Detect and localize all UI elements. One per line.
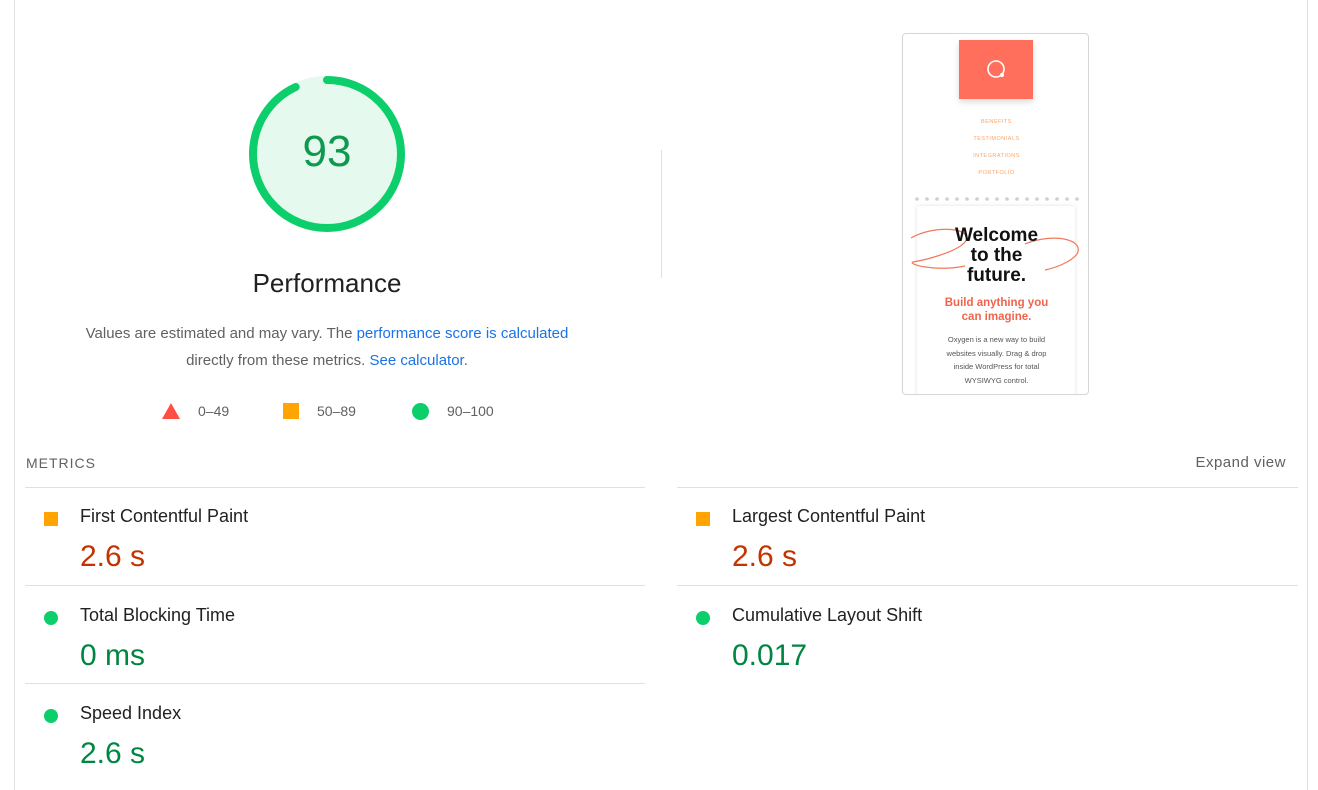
green-circle-icon	[696, 611, 710, 625]
divider	[25, 585, 645, 586]
orange-square-icon	[696, 512, 710, 526]
metric-value: 2.6 s	[80, 540, 146, 573]
metric-value: 0 ms	[80, 639, 146, 672]
desc-text-3: .	[463, 352, 468, 369]
score-description: Values are estimated and may vary. The p…	[40, 320, 614, 374]
legend-average-label: 50–89	[317, 403, 356, 419]
thumb-nav-item: TESTIMONIALS	[973, 136, 1020, 142]
thumb-sub-line: can imagine.	[961, 311, 1032, 323]
thumb-headline: Welcome to the future.	[903, 225, 1088, 286]
metric-name: Cumulative Layout Shift	[732, 605, 923, 625]
desc-text-1: Values are estimated and may vary. The	[85, 325, 357, 342]
metric-name: Speed Index	[80, 703, 182, 723]
thumb-headline-line: to the	[970, 245, 1023, 266]
dots-decoration	[915, 197, 1079, 201]
thumb-headline-line: Welcome	[954, 225, 1039, 246]
final-screenshot: BENEFITS TESTIMONIALS INTEGRATIONS PORTF…	[902, 33, 1089, 395]
green-circle-icon	[412, 402, 429, 420]
legend-pass: 90–100	[412, 400, 494, 422]
see-calculator-link[interactable]: See calculator	[369, 352, 463, 369]
thumb-nav-item: PORTFOLIO	[978, 170, 1015, 176]
thumb-body: Oxygen is a new way to build websites vi…	[903, 333, 1088, 387]
divider	[677, 585, 1298, 586]
divider	[25, 487, 645, 488]
divider	[25, 683, 645, 684]
orange-square-icon	[283, 403, 299, 419]
legend-fail: 0–49	[162, 400, 229, 422]
metrics-header: METRICS	[26, 455, 96, 471]
metric-value: 2.6 s	[80, 737, 146, 770]
divider	[677, 487, 1298, 488]
legend-fail-label: 0–49	[198, 403, 230, 419]
legend-average: 50–89	[283, 400, 356, 422]
metric-name: Largest Contentful Paint	[732, 506, 926, 526]
vertical-divider	[661, 150, 662, 278]
score-value: 93	[302, 127, 352, 176]
green-circle-icon	[44, 611, 58, 625]
thumb-nav-item: BENEFITS	[981, 119, 1012, 125]
thumb-subheadline: Build anything you can imagine.	[903, 296, 1088, 324]
red-triangle-icon	[162, 403, 180, 419]
oxygen-logo-icon	[987, 60, 1005, 78]
metric-value: 2.6 s	[732, 540, 798, 573]
thumb-nav: BENEFITS TESTIMONIALS INTEGRATIONS PORTF…	[903, 114, 1088, 182]
thumb-body-line: Oxygen is a new way to build	[947, 335, 1046, 344]
expand-view-button[interactable]: Expand view	[1195, 454, 1286, 471]
green-circle-icon	[44, 709, 58, 723]
metric-name: First Contentful Paint	[80, 506, 249, 526]
thumb-sub-line: Build anything you	[944, 297, 1049, 309]
thumb-body-line: WYSIWYG control.	[964, 375, 1029, 385]
score-calculated-link[interactable]: performance score is calculated	[357, 325, 569, 342]
metric-value: 0.017	[732, 639, 808, 672]
report-frame	[14, 0, 1308, 790]
thumb-nav-item: INTEGRATIONS	[973, 153, 1020, 159]
logo-tile	[959, 40, 1033, 99]
orange-square-icon	[44, 512, 58, 526]
thumb-body-line: inside WordPress for total	[953, 362, 1040, 371]
thumb-body-line: websites visually. Drag & drop	[946, 348, 1047, 358]
thumb-headline-line: future.	[966, 265, 1027, 286]
category-title: Performance	[252, 268, 402, 298]
desc-text-2: directly from these metrics.	[186, 352, 370, 369]
metric-name: Total Blocking Time	[80, 605, 236, 625]
legend-pass-label: 90–100	[447, 403, 494, 419]
